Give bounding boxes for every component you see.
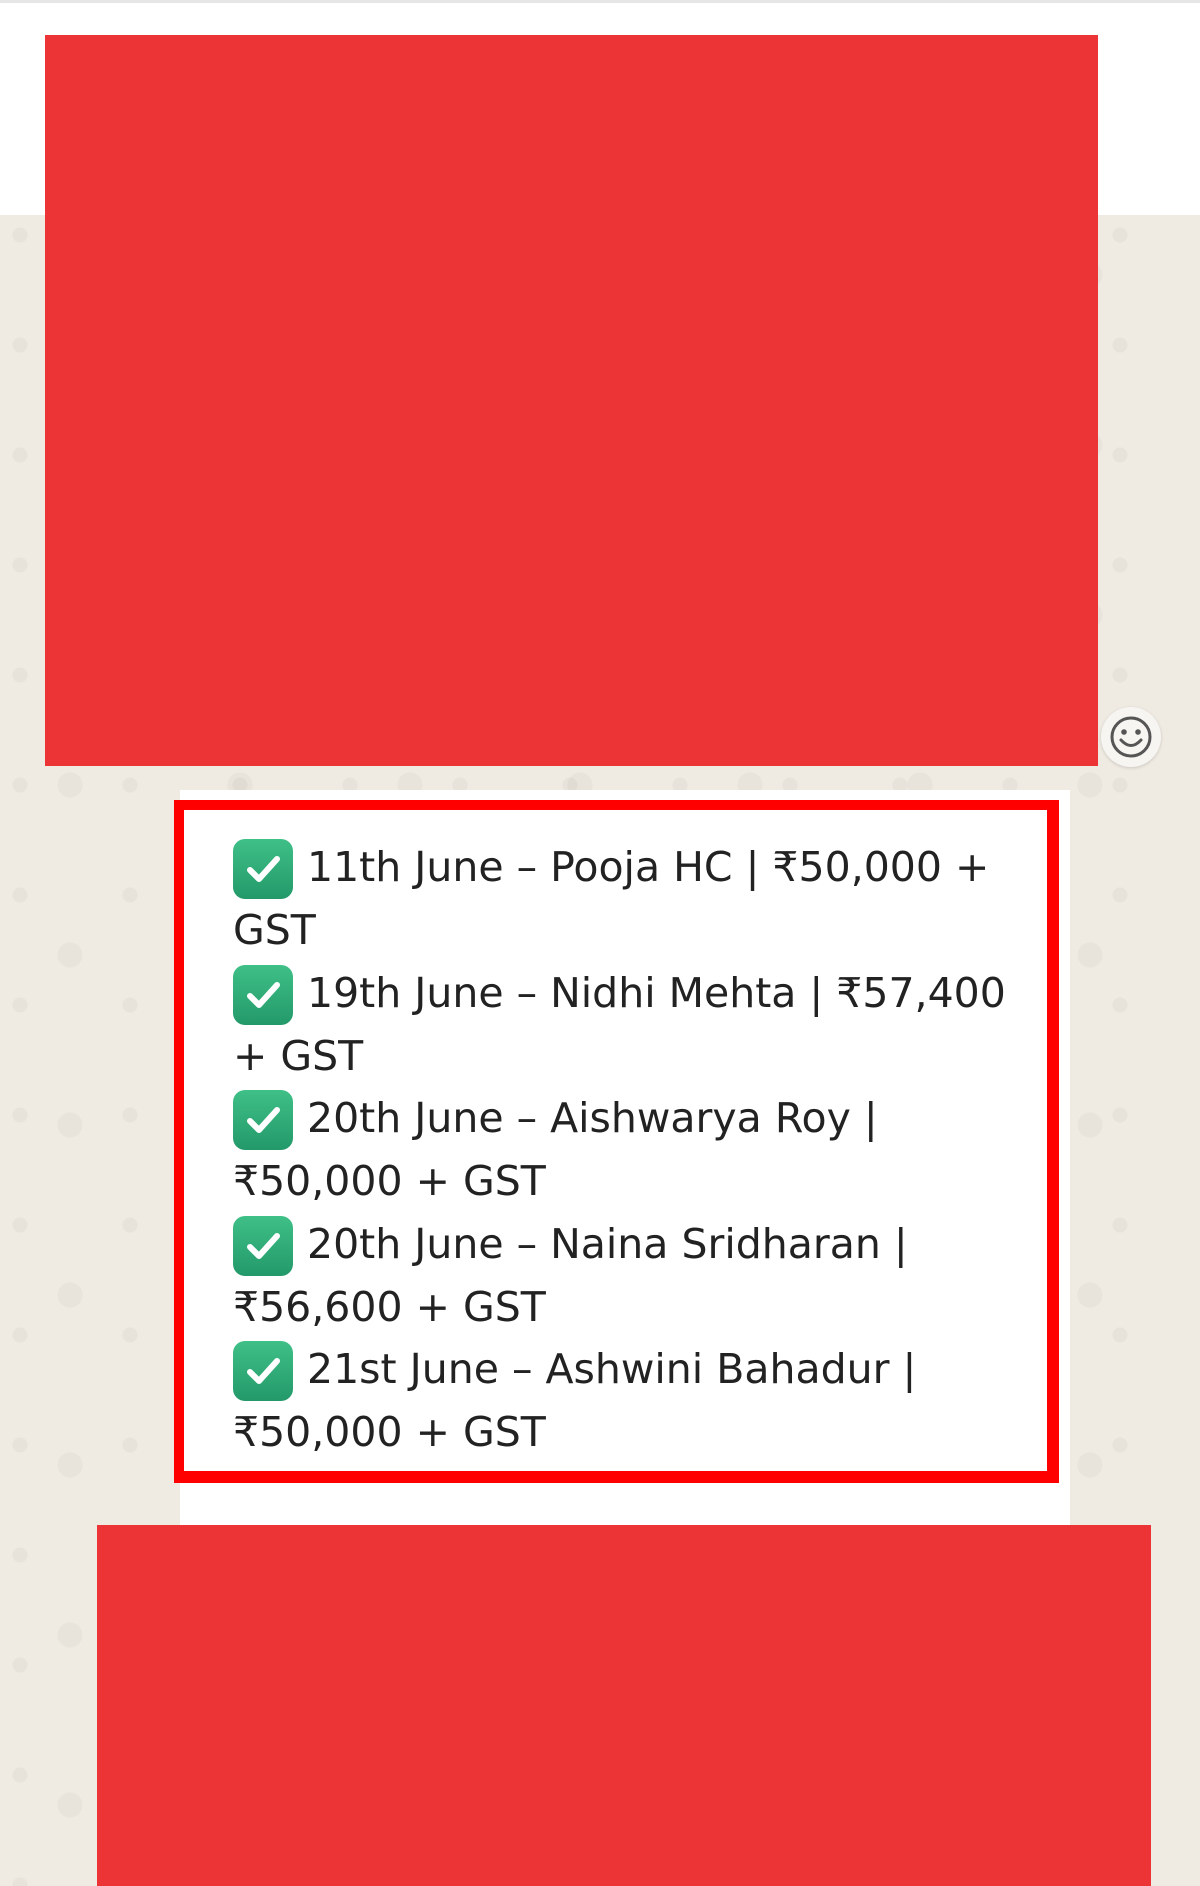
- list-item-text: 21st June – Ashwini Bahadur | ₹50,000 + …: [233, 1345, 917, 1457]
- list-item: 21st June – Ashwini Bahadur | ₹50,000 + …: [233, 1338, 1043, 1464]
- message-text: 11th June – Pooja HC | ₹50,000 + GST 19t…: [233, 836, 1043, 1464]
- check-mark-button-icon: [233, 1341, 293, 1402]
- list-item-text: 20th June – Aishwarya Roy | ₹50,000 + GS…: [233, 1094, 878, 1206]
- check-mark-button-icon: [233, 964, 293, 1025]
- check-mark-button-icon: [233, 1215, 293, 1276]
- smiley-face-icon: [1110, 716, 1152, 758]
- list-item-text: 19th June – Nidhi Mehta | ₹57,400 + GST: [233, 968, 1006, 1080]
- reaction-button[interactable]: [1101, 707, 1161, 767]
- redacted-message-top: [45, 35, 1098, 766]
- check-mark-button-icon: [233, 1090, 293, 1151]
- list-item-text: 11th June – Pooja HC | ₹50,000 + GST: [233, 843, 990, 954]
- list-item: 20th June – Aishwarya Roy | ₹50,000 + GS…: [233, 1087, 1043, 1213]
- list-item-text: 20th June – Naina Sridharan | ₹56,600 + …: [233, 1219, 908, 1331]
- list-item: 19th June – Nidhi Mehta | ₹57,400 + GST: [233, 962, 1043, 1088]
- redacted-message-bottom: [97, 1525, 1151, 1886]
- list-item: 11th June – Pooja HC | ₹50,000 + GST: [233, 836, 1043, 962]
- list-item: 20th June – Naina Sridharan | ₹56,600 + …: [233, 1213, 1043, 1339]
- check-mark-button-icon: [233, 839, 293, 899]
